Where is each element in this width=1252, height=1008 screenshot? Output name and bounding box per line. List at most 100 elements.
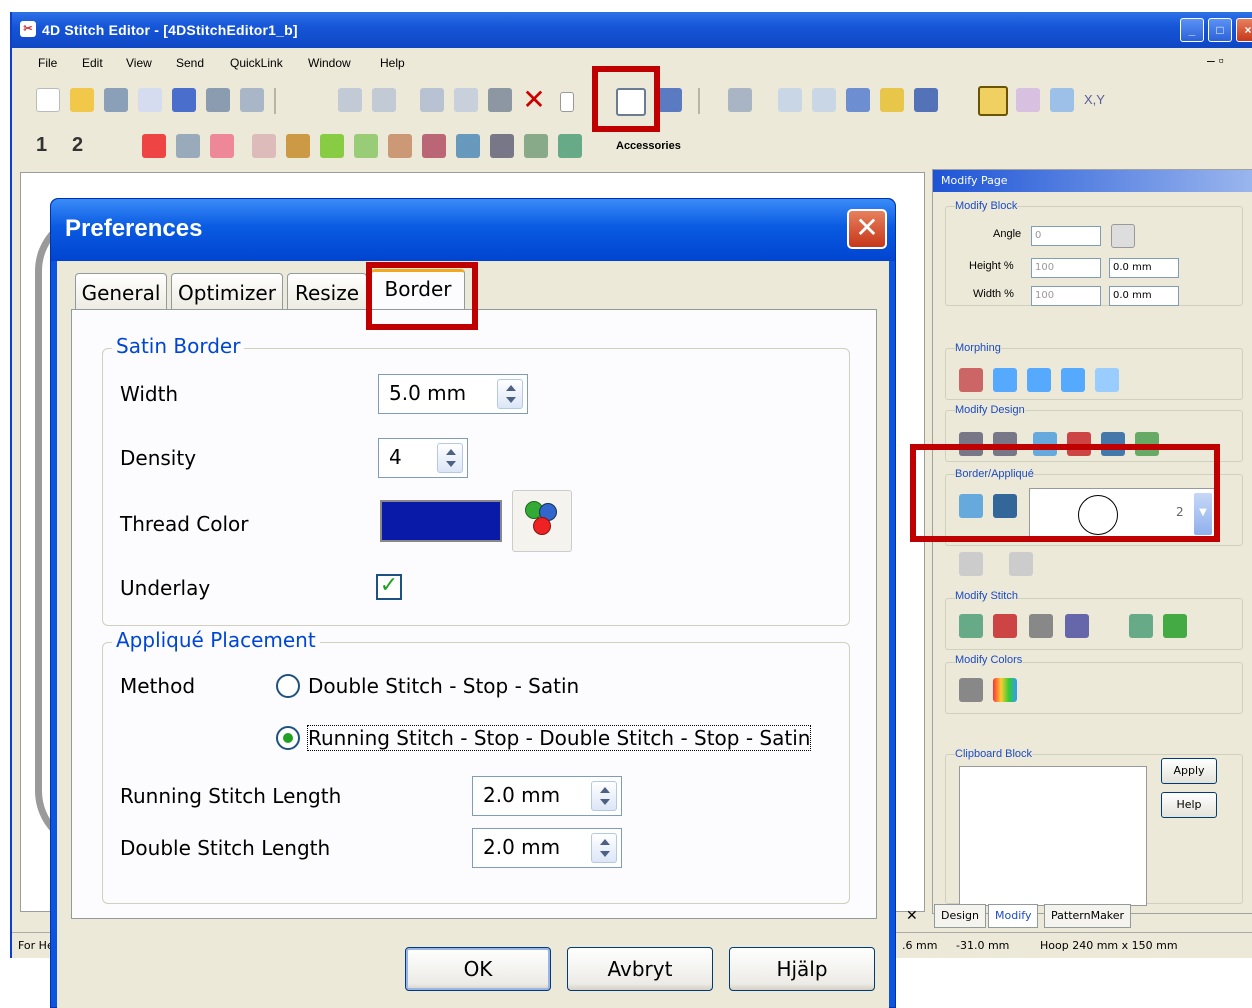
running-spin-icon[interactable] — [591, 781, 617, 811]
open-icon[interactable] — [70, 88, 94, 112]
arrange-icon[interactable] — [658, 88, 682, 112]
scanner-icon[interactable] — [104, 88, 128, 112]
paste-icon[interactable] — [488, 88, 512, 112]
menu-help[interactable]: Help — [380, 56, 405, 70]
tab-design[interactable]: Design — [934, 904, 986, 928]
hand-icon[interactable] — [210, 134, 234, 158]
lettering-icon[interactable] — [524, 134, 548, 158]
color-design-icon[interactable] — [1067, 432, 1091, 456]
tab-modify[interactable]: Modify — [988, 904, 1039, 928]
color-picker-button[interactable] — [512, 490, 572, 552]
pattern-icon[interactable] — [456, 134, 480, 158]
stitch-cut-icon[interactable] — [1029, 614, 1053, 638]
width-input[interactable]: 100 — [1031, 286, 1101, 306]
dialog-help-button[interactable]: Hjälp — [729, 947, 875, 991]
method-option-running[interactable]: Running Stitch - Stop - Double Stitch - … — [306, 725, 812, 751]
close-icon[interactable]: × — [1236, 18, 1252, 42]
underlay-checkbox[interactable]: ✓ — [376, 574, 402, 600]
order-2-button[interactable]: 2 — [72, 134, 83, 157]
pan-icon[interactable] — [846, 88, 870, 112]
dialog-close-icon[interactable]: ✕ — [847, 209, 887, 249]
redo-icon[interactable] — [372, 88, 396, 112]
menu-file[interactable]: File — [38, 56, 57, 70]
zoom-in-icon[interactable] — [778, 88, 802, 112]
double-stitch-length-stepper[interactable]: 2.0 mm — [472, 828, 622, 868]
density-stepper[interactable]: 4 — [378, 438, 468, 478]
help-pointer-icon[interactable] — [240, 88, 264, 112]
globe-design-icon[interactable] — [1135, 432, 1159, 456]
width-stepper[interactable]: 5.0 mm — [378, 374, 528, 414]
measure-icon[interactable] — [880, 88, 904, 112]
density-spin-icon[interactable] — [437, 443, 463, 473]
stitch-select-icon[interactable] — [1065, 614, 1089, 638]
width-spin-icon[interactable] — [497, 379, 523, 409]
tab-border[interactable]: Border — [371, 269, 465, 313]
ok-button[interactable]: OK — [405, 947, 551, 991]
envelope-icon[interactable] — [993, 368, 1017, 392]
dialog-titlebar[interactable]: Preferences ✕ — [51, 199, 895, 261]
delete-icon[interactable]: ✕ — [522, 86, 546, 114]
stitch-move-icon[interactable] — [1163, 614, 1187, 638]
close-panel-icon[interactable]: ✕ — [906, 908, 918, 924]
plant-icon[interactable] — [320, 134, 344, 158]
page-icon[interactable] — [560, 92, 574, 112]
method-option-double[interactable]: Double Stitch - Stop - Satin — [308, 674, 579, 698]
4d-icon[interactable] — [142, 134, 166, 158]
copy-icon[interactable] — [454, 88, 478, 112]
color-list-icon[interactable] — [959, 678, 983, 702]
border-shape-combo[interactable]: 2 ▼ — [1029, 488, 1217, 540]
zoom-out-icon[interactable] — [812, 88, 836, 112]
applique-icon[interactable] — [993, 494, 1017, 518]
new-icon[interactable] — [36, 88, 60, 112]
realistic-view-icon[interactable] — [1050, 88, 1074, 112]
star-icon[interactable] — [388, 134, 412, 158]
align-icon[interactable] — [959, 432, 983, 456]
swirl-icon[interactable] — [1027, 368, 1051, 392]
cut-icon[interactable] — [420, 88, 444, 112]
method-radio-double[interactable] — [276, 674, 300, 698]
design-icon[interactable] — [176, 134, 200, 158]
mdi-controls-icon[interactable]: – ▫ — [1207, 52, 1224, 68]
thread-color-swatch[interactable] — [380, 500, 502, 542]
box-icon[interactable] — [422, 134, 446, 158]
3d-view-icon[interactable] — [978, 86, 1008, 116]
panel-help-button[interactable]: Help — [1161, 792, 1217, 818]
stitch-view-icon[interactable] — [1016, 88, 1040, 112]
grid-icon[interactable] — [728, 88, 752, 112]
height-input[interactable]: 100 — [1031, 258, 1101, 278]
menu-send[interactable]: Send — [176, 56, 204, 70]
undo-icon[interactable] — [338, 88, 362, 112]
stitch-remove-icon[interactable] — [993, 614, 1017, 638]
menu-edit[interactable]: Edit — [82, 56, 103, 70]
distribute-icon[interactable] — [993, 432, 1017, 456]
save-icon[interactable] — [172, 88, 196, 112]
angle-input[interactable]: 0 — [1031, 226, 1101, 246]
main-titlebar[interactable]: ✂ 4D Stitch Editor - [4DStitchEditor1_b]… — [12, 12, 1252, 48]
maximize-icon[interactable]: □ — [1208, 18, 1232, 42]
cancel-button[interactable]: Avbryt — [567, 947, 713, 991]
xy-label[interactable]: X,Y — [1084, 92, 1105, 107]
wave-icon[interactable] — [1061, 368, 1085, 392]
people-icon[interactable] — [490, 134, 514, 158]
menu-view[interactable]: View — [126, 56, 152, 70]
tab-general[interactable]: General — [75, 273, 167, 311]
angle-apply-icon[interactable] — [1111, 224, 1135, 248]
search-icon[interactable] — [138, 88, 162, 112]
morph-icon[interactable] — [959, 368, 983, 392]
border-icon[interactable] — [959, 494, 983, 518]
stitch-add-icon[interactable] — [1129, 614, 1153, 638]
fill-icon[interactable] — [1101, 432, 1125, 456]
method-radio-running[interactable] — [276, 726, 300, 750]
running-stitch-length-stepper[interactable]: 2.0 mm — [472, 776, 622, 816]
stitch-icon[interactable] — [959, 614, 983, 638]
minimize-icon[interactable]: _ — [1180, 18, 1204, 42]
double-spin-icon[interactable] — [591, 833, 617, 863]
accessories-menu[interactable]: Accessories — [616, 140, 681, 152]
info-icon[interactable] — [914, 88, 938, 112]
rainbow-icon[interactable] — [993, 678, 1017, 702]
chevron-down-icon[interactable]: ▼ — [1194, 493, 1212, 535]
apply-button[interactable]: Apply — [1161, 758, 1217, 784]
preferences-icon[interactable] — [616, 88, 646, 116]
scissors-icon[interactable] — [252, 134, 276, 158]
tab-resize[interactable]: Resize — [287, 273, 367, 311]
